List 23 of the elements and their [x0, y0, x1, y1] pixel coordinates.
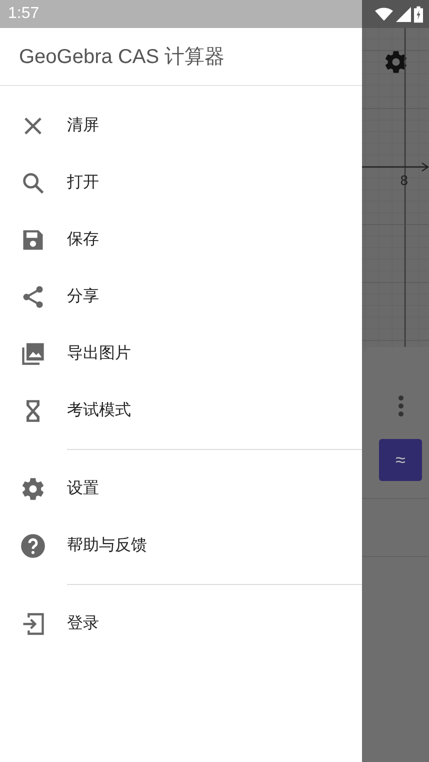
- signal-icon: [396, 6, 411, 22]
- menu-item[interactable]: 导出图片: [0, 325, 362, 382]
- settings-icon[interactable]: [383, 49, 409, 75]
- menu-item[interactable]: 设置: [0, 460, 362, 517]
- menu-item[interactable]: 登录: [0, 595, 362, 652]
- images-icon: [20, 340, 46, 366]
- menu-item[interactable]: 清屏: [0, 97, 362, 154]
- battery-icon: [414, 6, 423, 22]
- drawer-title: GeoGebra CAS 计算器: [19, 45, 225, 70]
- wifi-icon: [375, 6, 393, 22]
- menu-item[interactable]: 保存: [0, 211, 362, 268]
- menu-item[interactable]: 考试模式: [0, 382, 362, 439]
- x-axis: [362, 162, 429, 172]
- input-row[interactable]: [362, 498, 429, 557]
- settings-icon: [20, 476, 46, 502]
- status-time: 1:57: [8, 5, 40, 23]
- approx-button[interactable]: ≈: [379, 439, 422, 481]
- menu-item[interactable]: 帮助与反馈: [0, 517, 362, 574]
- menu-item[interactable]: 打开: [0, 154, 362, 211]
- menu-item[interactable]: 分享: [0, 268, 362, 325]
- axis-label: 8: [400, 174, 408, 189]
- more-icon[interactable]: [398, 395, 404, 417]
- help-icon: [20, 532, 46, 558]
